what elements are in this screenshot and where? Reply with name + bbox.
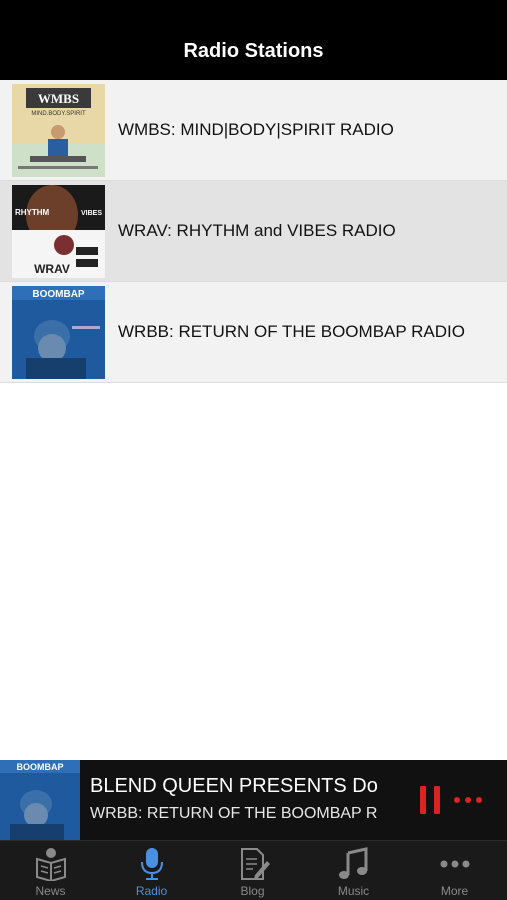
page-title: Radio Stations — [183, 40, 324, 62]
tab-more[interactable]: More — [404, 841, 505, 900]
now-playing-bar[interactable]: BOOMBAP BLEND QUEEN PRESENTS Do WRBB: RE… — [0, 760, 507, 840]
pause-button[interactable] — [420, 786, 442, 814]
station-artwork-wmbs: WMBS MIND.BODY.SPIRIT — [12, 84, 105, 177]
tab-music[interactable]: Music — [303, 841, 404, 900]
station-name: WRAV: RHYTHM and VIBES RADIO — [118, 221, 396, 240]
svg-text:VIBES: VIBES — [81, 210, 102, 217]
ellipsis-icon — [454, 797, 460, 803]
station-name: WMBS: MIND|BODY|SPIRIT RADIO — [118, 120, 394, 139]
tab-label: News — [35, 884, 66, 898]
now-playing-title: BLEND QUEEN PRESENTS Do — [90, 775, 378, 797]
svg-text:BOOMBAP: BOOMBAP — [17, 762, 64, 772]
tab-label: Radio — [135, 884, 168, 898]
tab-label: More — [440, 884, 469, 898]
tab-radio[interactable]: Radio — [101, 841, 202, 900]
station-list: WMBS MIND.BODY.SPIRIT WMBS: MIND|BODY|SP… — [0, 80, 507, 383]
microphone-icon — [140, 848, 163, 880]
player-more-button[interactable] — [454, 790, 484, 810]
station-row-wrav[interactable]: RHYTHM VIBES WRAV WRAV: RHYTHM and VIBES… — [0, 181, 507, 282]
svg-text:WRAV: WRAV — [34, 262, 70, 276]
tab-label: Blog — [240, 884, 265, 898]
now-playing-station: WRBB: RETURN OF THE BOOMBAP R — [90, 805, 378, 822]
music-note-icon — [338, 847, 367, 879]
pause-icon — [420, 786, 426, 814]
svg-text:RHYTHM: RHYTHM — [15, 208, 50, 217]
navigation-bar: Radio Stations — [0, 0, 507, 80]
station-row-wrbb[interactable]: BOOMBAP WRBB: RETURN OF THE BOOMBAP RADI… — [0, 282, 507, 383]
document-pencil-icon — [240, 848, 270, 880]
svg-text:BOOMBAP: BOOMBAP — [32, 289, 85, 300]
tab-blog[interactable]: Blog — [202, 841, 303, 900]
tab-bar: News Radio Blog Music More — [0, 840, 507, 900]
station-artwork-wrav: RHYTHM VIBES WRAV — [12, 185, 105, 278]
svg-text:MIND.BODY.SPIRIT: MIND.BODY.SPIRIT — [31, 111, 86, 117]
now-playing-artwork: BOOMBAP — [0, 760, 80, 840]
tab-news[interactable]: News — [0, 841, 101, 900]
station-row-wmbs[interactable]: WMBS MIND.BODY.SPIRIT WMBS: MIND|BODY|SP… — [0, 80, 507, 181]
station-name: WRBB: RETURN OF THE BOOMBAP RADIO — [118, 322, 465, 341]
ellipsis-icon — [440, 860, 469, 868]
newspaper-reader-icon — [35, 848, 66, 881]
station-artwork-wrbb: BOOMBAP — [12, 286, 105, 379]
tab-label: Music — [337, 884, 370, 898]
svg-text:WMBS: WMBS — [38, 91, 79, 106]
